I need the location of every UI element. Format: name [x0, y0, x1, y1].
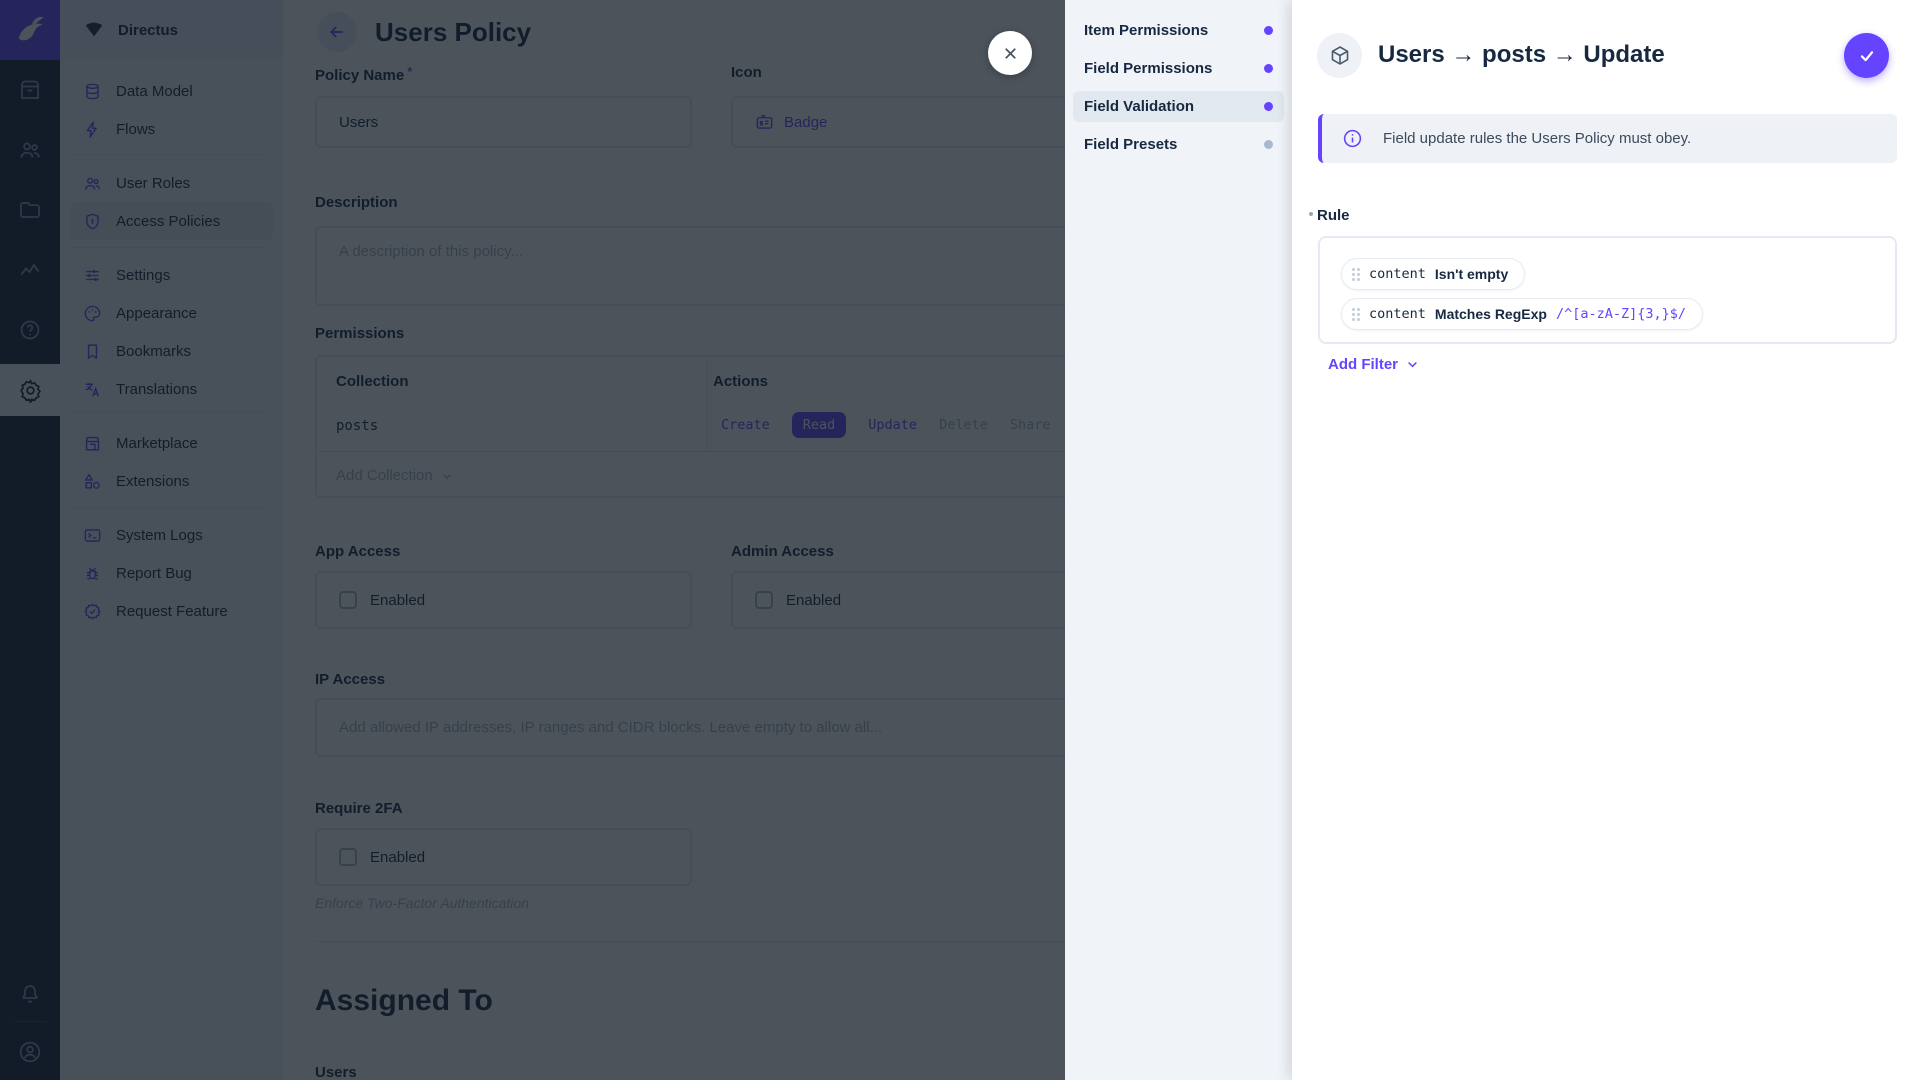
status-dot [1264, 26, 1273, 35]
filter-operator[interactable]: Isn't empty [1435, 266, 1508, 282]
drawer-title: Users → posts → Update [1378, 41, 1665, 69]
menu-item-field-validation[interactable]: Field Validation [1073, 91, 1284, 122]
menu-item-field-presets[interactable]: Field Presets [1073, 129, 1284, 160]
status-dot [1264, 102, 1273, 111]
chevron-down-icon [1405, 357, 1420, 372]
menu-item-item-permissions[interactable]: Item Permissions [1073, 15, 1284, 46]
drag-handle-icon[interactable] [1352, 308, 1360, 321]
notice-text: Field update rules the Users Policy must… [1383, 130, 1691, 147]
drawer-header-icon [1317, 33, 1362, 78]
filter-row[interactable]: content Isn't empty [1341, 258, 1525, 290]
status-dot [1264, 140, 1273, 149]
menu-item-field-permissions[interactable]: Field Permissions [1073, 53, 1284, 84]
cube-icon [1328, 44, 1352, 68]
status-dot [1264, 64, 1273, 73]
rule-label: Rule [1317, 207, 1350, 224]
info-notice: Field update rules the Users Policy must… [1318, 114, 1897, 163]
close-drawer-button[interactable] [988, 31, 1032, 75]
filter-row[interactable]: content Matches RegExp /^[a-zA-Z]{3,}$/ [1341, 298, 1703, 330]
permissions-menu-panel: Item Permissions Field Permissions Field… [1065, 0, 1292, 1080]
drag-handle-icon[interactable] [1352, 268, 1360, 281]
info-icon [1342, 128, 1363, 149]
filter-operator[interactable]: Matches RegExp [1435, 306, 1547, 322]
add-filter-button[interactable]: Add Filter [1328, 356, 1420, 373]
rule-filter-box: content Isn't empty content Matches RegE… [1318, 236, 1897, 344]
app-window: Directus Data Model Flows User Roles Acc… [0, 0, 1920, 1080]
filter-field[interactable]: content [1369, 306, 1426, 322]
field-validation-drawer: Users → posts → Update Field update rule… [1292, 0, 1920, 1080]
filter-value[interactable]: /^[a-zA-Z]{3,}$/ [1556, 306, 1686, 322]
check-icon [1856, 45, 1878, 67]
close-icon [1001, 44, 1020, 63]
required-dot [1309, 212, 1313, 216]
save-button[interactable] [1844, 33, 1889, 78]
filter-field[interactable]: content [1369, 266, 1426, 282]
